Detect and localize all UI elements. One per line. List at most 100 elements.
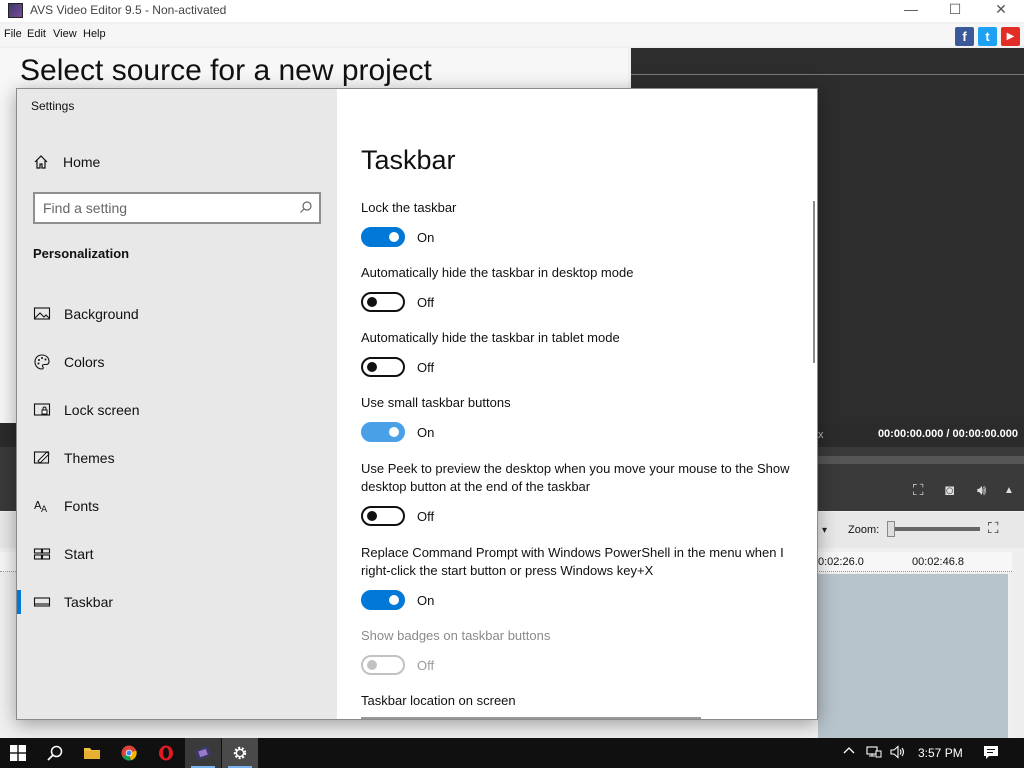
option-label: Use Peek to preview the desktop when you… [361, 461, 790, 494]
toggle-knob [367, 511, 377, 521]
nav-active-indicator [17, 590, 21, 614]
volume-up-arrow-icon[interactable]: ▲ [1004, 485, 1014, 496]
fit-timeline-icon[interactable]: ⛶ [988, 520, 999, 537]
toggle-peek[interactable] [361, 506, 405, 526]
nav-label: Start [64, 546, 94, 562]
option-label: Taskbar location on screen [361, 693, 516, 708]
start-icon [33, 548, 51, 560]
toggle-autohide-tablet[interactable] [361, 357, 405, 377]
nav-label: Background [64, 306, 139, 322]
facebook-icon[interactable]: f [955, 27, 974, 46]
volume-icon[interactable]: 🔊︎ [977, 482, 986, 499]
tray-chevron-up-icon[interactable] [843, 745, 855, 760]
avs-menubar: File Edit View Help [0, 24, 1024, 46]
option-label: Show badges on taskbar buttons [361, 628, 551, 643]
timeline-scrollbar[interactable] [1012, 552, 1024, 738]
nav-start[interactable]: Start [17, 534, 337, 574]
image-icon [33, 307, 51, 320]
nav-fonts[interactable]: AA Fonts [17, 486, 337, 526]
home-icon [34, 155, 48, 169]
option-label: Automatically hide the taskbar in deskto… [361, 265, 634, 280]
chrome-icon [121, 745, 137, 761]
nav-label: Lock screen [64, 402, 140, 418]
toggle-state: On [417, 230, 435, 245]
lock-screen-icon [33, 403, 51, 416]
taskbar-chrome[interactable] [111, 738, 147, 768]
avs-seek-bar[interactable] [818, 456, 1024, 464]
avs-minimize-button[interactable]: — [888, 0, 934, 22]
taskbar-location-dropdown[interactable] [361, 717, 701, 719]
option-label: Automatically hide the taskbar in tablet… [361, 330, 620, 345]
nav-home[interactable]: Home [33, 151, 100, 173]
ruler-label: 00:02:46.8 [912, 556, 964, 568]
toggle-state: Off [417, 658, 435, 673]
ruler-label: 0:02:26.0 [818, 556, 864, 568]
start-button[interactable] [0, 738, 36, 768]
toggle-small-buttons[interactable] [361, 422, 405, 442]
avs-window-title: AVS Video Editor 9.5 - Non-activated [30, 3, 227, 17]
avs-headline: Select source for a new project [20, 54, 432, 87]
toggle-lock-taskbar[interactable] [361, 227, 405, 247]
youtube-icon[interactable]: ▶ [1001, 27, 1020, 46]
nav-home-label: Home [63, 154, 101, 170]
nav-taskbar[interactable]: Taskbar [17, 582, 337, 622]
menu-edit[interactable]: Edit [27, 28, 46, 40]
taskbar-settings[interactable] [222, 738, 258, 768]
nav-themes[interactable]: Themes [17, 438, 337, 478]
windows-logo-icon [10, 745, 26, 761]
volume-icon[interactable] [890, 745, 906, 762]
network-icon[interactable] [866, 745, 882, 762]
clock[interactable]: 3:57 PM [918, 746, 963, 760]
toggle-knob [389, 232, 399, 242]
twitter-icon[interactable]: t [978, 27, 997, 46]
avs-maximize-button[interactable]: ☐ [932, 0, 978, 22]
avs-timecode: 00:00:00.000 / 00:00:00.000 [877, 428, 1018, 440]
search-icon[interactable] [299, 200, 313, 214]
taskbar-icon [33, 597, 51, 607]
taskbar-search-button[interactable] [37, 738, 73, 768]
avs-titlebar: AVS Video Editor 9.5 - Non-activated — ☐… [0, 0, 1024, 22]
search-input[interactable] [43, 198, 283, 218]
palette-icon [34, 354, 50, 370]
fullscreen-icon[interactable]: ⛶ [913, 482, 924, 499]
zoom-slider-thumb[interactable] [887, 521, 895, 537]
nav-label: Colors [64, 354, 105, 370]
avs-preview-marker: x [818, 429, 824, 441]
chevron-down-icon[interactable]: ▾ [822, 525, 827, 536]
menu-view[interactable]: View [53, 28, 77, 40]
search-icon [47, 745, 63, 761]
nav-background[interactable]: Background [17, 294, 337, 334]
settings-window-title: Settings [31, 99, 75, 113]
page-title: Taskbar [361, 145, 456, 175]
avs-close-button[interactable]: ✕ [978, 0, 1024, 22]
toggle-autohide-desktop[interactable] [361, 292, 405, 312]
toggle-state: On [417, 593, 435, 608]
themes-icon [33, 451, 50, 464]
toggle-powershell[interactable] [361, 590, 405, 610]
taskbar-avs-video-editor[interactable] [185, 738, 221, 768]
snapshot-icon[interactable]: ◙ [945, 482, 954, 499]
zoom-label: Zoom: [848, 524, 880, 536]
taskbar-opera[interactable] [148, 738, 184, 768]
taskbar-file-explorer[interactable] [74, 738, 110, 768]
settings-sidebar: Settings Home Personalization Background… [17, 89, 337, 719]
nav-colors[interactable]: Colors [17, 342, 337, 382]
file-explorer-icon [84, 748, 100, 759]
option-label: Lock the taskbar [361, 200, 457, 215]
settings-content: Taskbar Lock the taskbar On Automaticall… [337, 89, 817, 719]
menu-file[interactable]: File [4, 28, 22, 40]
menu-help[interactable]: Help [83, 28, 106, 40]
nav-label: Taskbar [64, 594, 114, 610]
action-center-icon[interactable] [983, 745, 999, 763]
nav-label: Themes [64, 450, 115, 466]
option-label: Replace Command Prompt with Windows Powe… [361, 545, 784, 578]
svg-text:A: A [41, 505, 48, 515]
zoom-slider-track[interactable] [890, 527, 980, 531]
option-label: Use small taskbar buttons [361, 395, 511, 410]
settings-search-box[interactable] [33, 192, 321, 224]
toggle-knob [389, 595, 399, 605]
nav-lock-screen[interactable]: Lock screen [17, 390, 337, 430]
section-title: Personalization [33, 246, 130, 261]
settings-scrollbar[interactable] [813, 201, 815, 363]
timeline-track[interactable] [818, 574, 1008, 738]
